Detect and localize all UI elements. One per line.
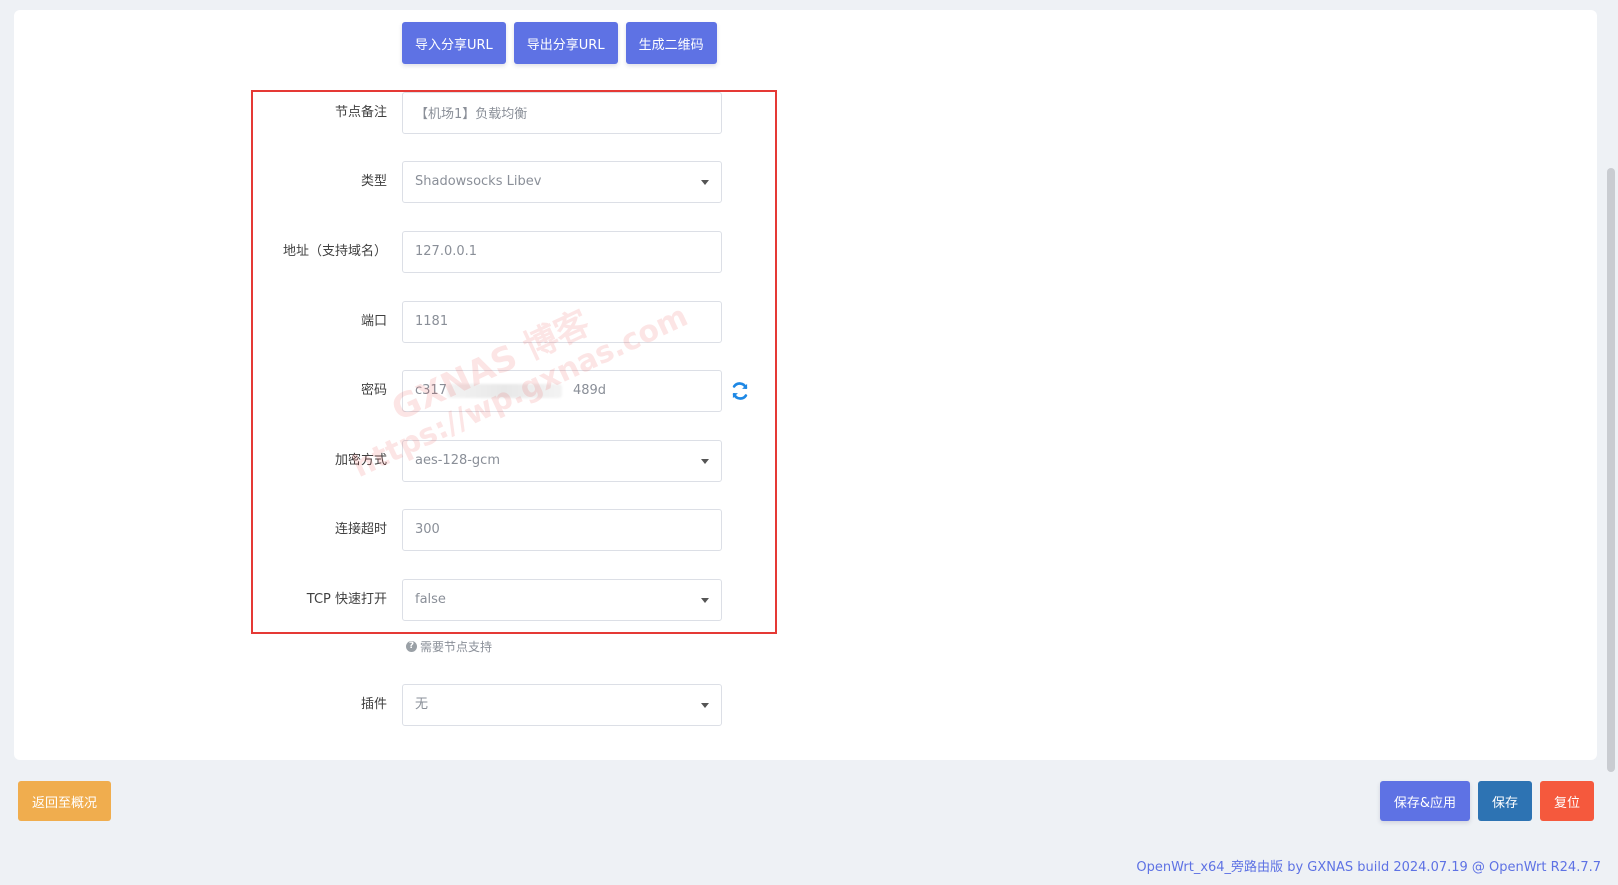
port-label: 端口 bbox=[360, 314, 387, 329]
port-field[interactable] bbox=[402, 301, 722, 343]
timeout-field[interactable] bbox=[402, 509, 722, 551]
caret-down-icon bbox=[701, 180, 709, 185]
timeout-row: 连接超时 bbox=[0, 509, 760, 551]
tcp-fast-open-help: ? 需要节点支持 bbox=[406, 638, 492, 655]
address-input[interactable] bbox=[415, 232, 709, 271]
import-share-url-button[interactable]: 导入分享URL bbox=[402, 22, 506, 64]
remark-input[interactable] bbox=[415, 93, 709, 131]
password-row: 密码 c317 489d bbox=[0, 370, 760, 412]
port-row: 端口 bbox=[0, 301, 760, 343]
generate-qrcode-button[interactable]: 生成二维码 bbox=[625, 22, 717, 64]
type-row: 类型 Shadowsocks Libev bbox=[0, 161, 760, 203]
encryption-label: 加密方式 bbox=[334, 453, 387, 468]
scrollbar-thumb[interactable] bbox=[1607, 168, 1615, 772]
plugin-select[interactable]: 无 bbox=[402, 684, 722, 726]
save-and-apply-button[interactable]: 保存&应用 bbox=[1379, 781, 1470, 821]
timeout-label: 连接超时 bbox=[334, 522, 387, 537]
top-button-group: 导入分享URL 导出分享URL 生成二维码 bbox=[402, 22, 717, 64]
remark-field[interactable] bbox=[402, 92, 722, 134]
password-label: 密码 bbox=[360, 383, 387, 398]
export-share-url-button[interactable]: 导出分享URL bbox=[513, 22, 618, 64]
refresh-icon[interactable] bbox=[730, 381, 750, 401]
back-to-overview-button[interactable]: 返回至概况 bbox=[18, 781, 112, 821]
address-row: 地址（支持域名） bbox=[0, 231, 760, 273]
plugin-label: 插件 bbox=[360, 697, 387, 712]
password-value-suffix: 489d bbox=[572, 383, 607, 398]
scrollbar-track[interactable] bbox=[1603, 0, 1618, 885]
remark-row: 节点备注 bbox=[0, 92, 760, 134]
password-value-prefix: c317 bbox=[415, 383, 447, 398]
question-icon: ? bbox=[406, 641, 417, 652]
tcp-fast-open-select[interactable]: false bbox=[402, 579, 722, 621]
timeout-input[interactable] bbox=[415, 510, 709, 549]
type-selected-value: Shadowsocks Libev bbox=[415, 174, 542, 189]
address-label: 地址（支持域名） bbox=[282, 244, 387, 259]
caret-down-icon bbox=[701, 459, 709, 464]
plugin-row: 插件 无 bbox=[0, 684, 760, 726]
encryption-row: 加密方式 aes-128-gcm bbox=[0, 440, 760, 482]
port-input[interactable] bbox=[415, 302, 709, 341]
password-redaction-blur bbox=[446, 383, 562, 398]
bottom-right-actions: 保存&应用 保存 复位 bbox=[1379, 781, 1594, 821]
type-label: 类型 bbox=[360, 174, 387, 189]
save-button[interactable]: 保存 bbox=[1477, 781, 1532, 821]
tcp-fast-open-help-text: 需要节点支持 bbox=[420, 640, 493, 654]
tcp-fast-open-selected-value: false bbox=[415, 592, 446, 607]
address-field[interactable] bbox=[402, 231, 722, 273]
reset-button[interactable]: 复位 bbox=[1539, 781, 1594, 821]
caret-down-icon bbox=[701, 598, 709, 603]
caret-down-icon bbox=[701, 703, 709, 708]
bottom-left-actions: 返回至概况 bbox=[18, 781, 112, 821]
password-field[interactable]: c317 489d bbox=[402, 370, 722, 412]
type-select[interactable]: Shadowsocks Libev bbox=[402, 161, 722, 203]
footer-text: OpenWrt_x64_旁路由版 by GXNAS build 2024.07.… bbox=[1136, 860, 1601, 875]
tcp-fast-open-row: TCP 快速打开 false bbox=[0, 579, 760, 621]
remark-label: 节点备注 bbox=[334, 105, 387, 120]
encryption-select[interactable]: aes-128-gcm bbox=[402, 440, 722, 482]
tcp-fast-open-label: TCP 快速打开 bbox=[306, 592, 387, 607]
encryption-selected-value: aes-128-gcm bbox=[415, 453, 500, 468]
plugin-selected-value: 无 bbox=[415, 697, 429, 712]
